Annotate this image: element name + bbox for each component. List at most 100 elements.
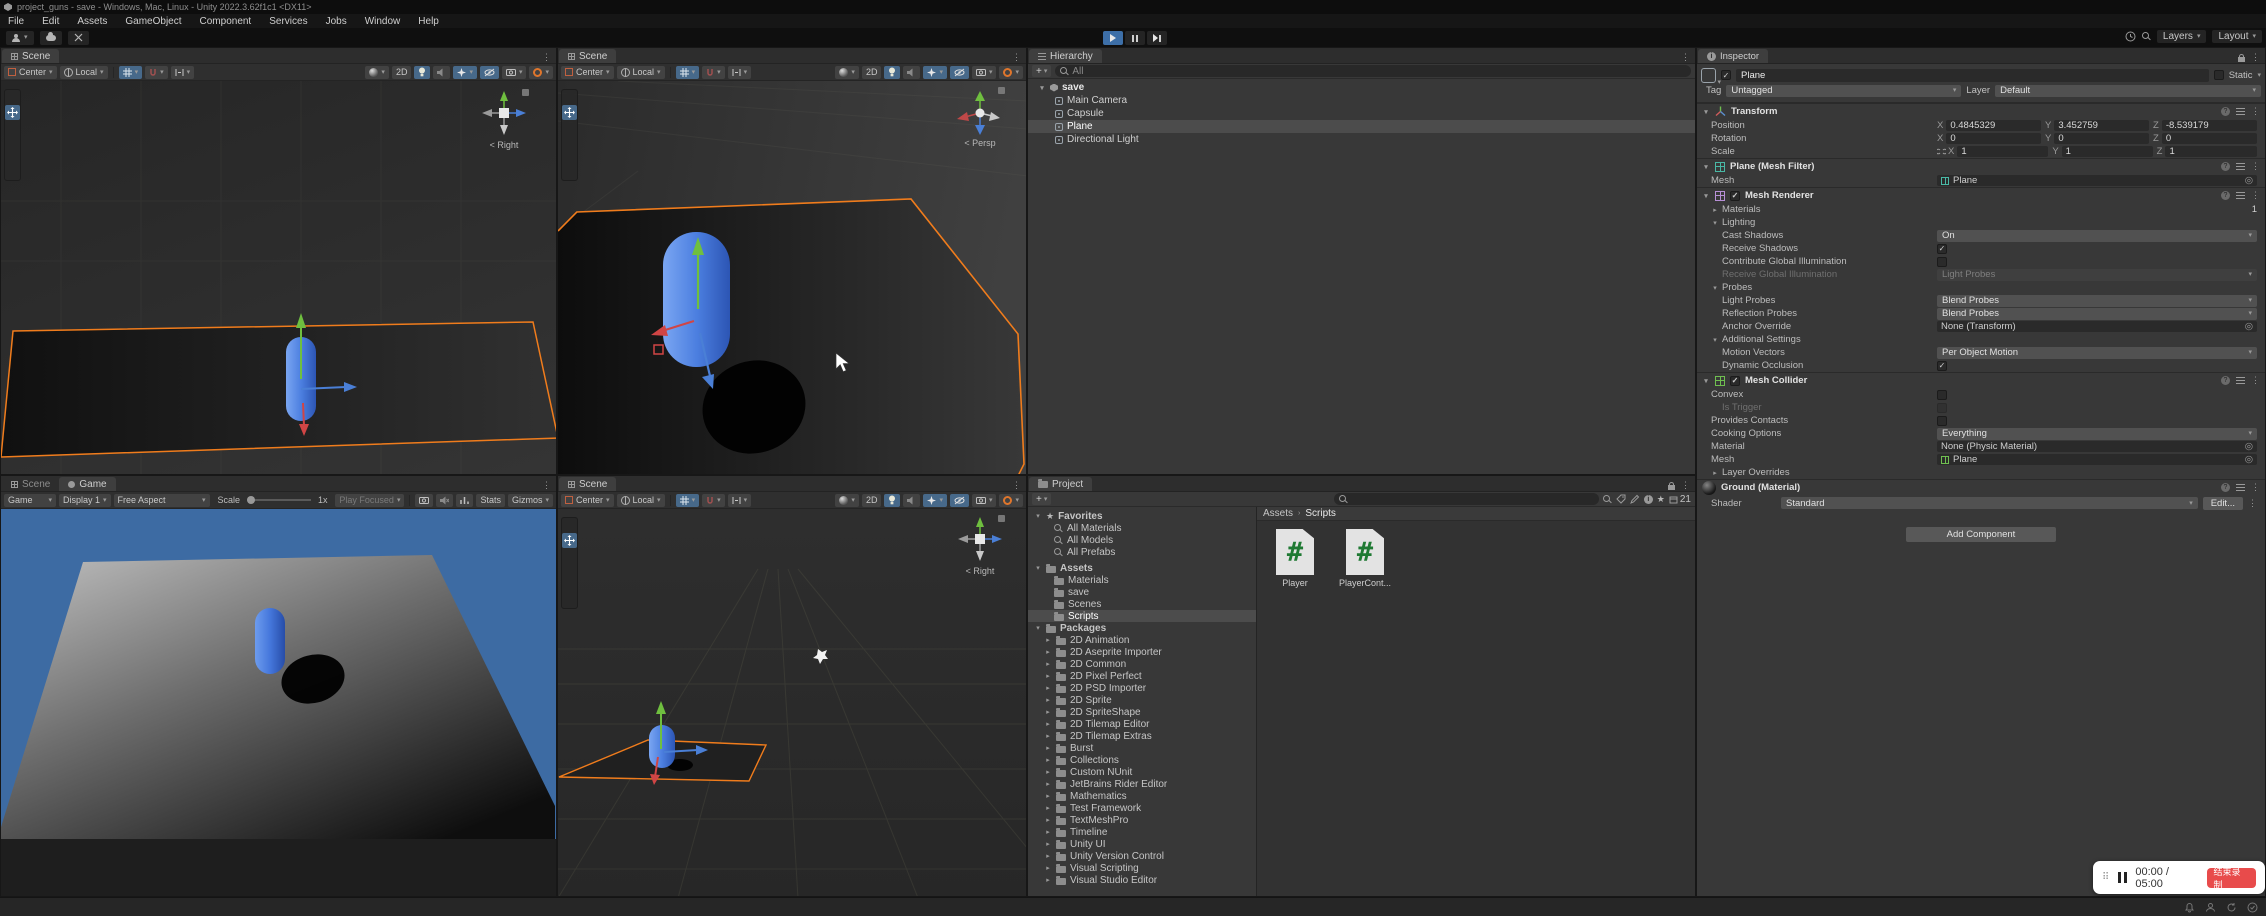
rotate-tool[interactable] <box>562 120 577 135</box>
material-menu-icon[interactable]: ⋮ <box>2248 498 2257 509</box>
layout-dropdown[interactable]: Layout▾ <box>2212 30 2262 43</box>
shader-edit-button[interactable]: Edit... <box>2203 497 2243 510</box>
package-item[interactable]: ▸ 2D Sprite <box>1028 694 1256 706</box>
2d-toggle[interactable]: 2D <box>392 66 412 79</box>
expander-icon[interactable]: ▸ <box>1044 732 1052 740</box>
expander-icon[interactable]: ▸ <box>1044 780 1052 788</box>
help-icon[interactable]: ? <box>2221 376 2230 385</box>
reflection-probes-dropdown[interactable]: Blend Probes▾ <box>1937 308 2257 320</box>
play-button[interactable] <box>1103 31 1123 45</box>
pivot-dropdown[interactable]: Center▾ <box>561 494 614 507</box>
package-item[interactable]: ▸ Custom NUnit <box>1028 766 1256 778</box>
favorites-item[interactable]: All Prefabs <box>1028 546 1256 558</box>
tab-hierarchy[interactable]: Hierarchy <box>1029 49 1102 63</box>
view-tool[interactable] <box>5 90 20 105</box>
account-dropdown[interactable]: ▾ <box>6 31 34 45</box>
enabled-checkbox[interactable]: ✓ <box>1730 376 1740 386</box>
assets-foldout[interactable]: ▾ Assets <box>1028 562 1256 574</box>
expander-icon[interactable]: ▸ <box>1044 828 1052 836</box>
orientation-dropdown[interactable]: Local▾ <box>617 66 665 79</box>
view-tool[interactable] <box>562 90 577 105</box>
package-item[interactable]: ▸ Test Framework <box>1028 802 1256 814</box>
tab-scene[interactable]: Scene <box>559 477 616 491</box>
hierarchy-item[interactable]: Main Camera <box>1028 94 1695 107</box>
probes-foldout[interactable]: ▾Probes <box>1697 281 2265 294</box>
view-orientation-label[interactable]: < Right <box>966 566 995 576</box>
transform-header[interactable]: ▾ Transform ?⋮ <box>1697 104 2265 119</box>
view-orientation-gizmo[interactable]: < Right <box>952 515 1008 576</box>
menu-item[interactable]: Help <box>418 16 439 27</box>
pivot-dropdown[interactable]: Center▾ <box>4 66 57 79</box>
view-orientation-gizmo[interactable]: < Right <box>476 89 532 150</box>
panel-menu-icon[interactable]: ⋮ <box>542 52 551 63</box>
package-item[interactable]: ▸ Visual Studio Editor <box>1028 874 1256 886</box>
component-menu-icon[interactable]: ⋮ <box>2251 482 2260 493</box>
component-menu-icon[interactable]: ⋮ <box>2251 375 2260 386</box>
expander-icon[interactable]: ▸ <box>1044 816 1052 824</box>
search-by-label-icon[interactable] <box>1616 494 1626 504</box>
rect-tool[interactable] <box>5 150 20 165</box>
expander-icon[interactable]: ▾ <box>1702 377 1710 385</box>
layers-dropdown[interactable]: Layers▾ <box>2157 30 2207 43</box>
object-picker-icon[interactable]: ◎ <box>2245 454 2253 465</box>
anchor-override-field[interactable]: None (Transform) ◎ <box>1937 321 2257 332</box>
package-item[interactable]: ▸ Collections <box>1028 754 1256 766</box>
receive-shadows-checkbox[interactable]: ✓ <box>1937 244 1947 254</box>
menu-item[interactable]: Edit <box>42 16 59 27</box>
package-item[interactable]: ▸ Mathematics <box>1028 790 1256 802</box>
panel-menu-icon[interactable]: ⋮ <box>1681 480 1690 491</box>
scale-link-icon[interactable] <box>1937 147 1946 156</box>
gizmos-dropdown[interactable]: Gizmos▾ <box>508 494 553 507</box>
pause-recording-button[interactable] <box>2118 872 2127 883</box>
help-icon[interactable]: ? <box>2221 191 2230 200</box>
object-picker-icon[interactable]: ◎ <box>2245 175 2253 186</box>
motion-vectors-dropdown[interactable]: Per Object Motion▾ <box>1937 347 2257 359</box>
tab-scene[interactable]: Scene <box>559 49 616 63</box>
favorites-item[interactable]: All Materials <box>1028 522 1256 534</box>
expander-icon[interactable]: ▸ <box>1044 756 1052 764</box>
scale-slider-knob[interactable] <box>247 496 255 504</box>
cast-shadows-dropdown[interactable]: On▾ <box>1937 230 2257 242</box>
panel-menu-icon[interactable]: ⋮ <box>1012 480 1021 491</box>
search-by-type-icon[interactable] <box>1603 495 1612 504</box>
gizmos-visibility-dropdown[interactable]: ▾ <box>999 494 1023 507</box>
hierarchy-search-input[interactable]: All <box>1055 65 1691 77</box>
expander-icon[interactable]: ▸ <box>1044 768 1052 776</box>
tab-inspector[interactable]: i Inspector <box>1698 49 1768 63</box>
rotation-x-field[interactable]: 0 <box>1946 133 2041 144</box>
rotation-z-field[interactable]: 0 <box>2162 133 2257 144</box>
dynamic-occlusion-checkbox[interactable]: ✓ <box>1937 361 1947 371</box>
expander-icon[interactable]: ▾ <box>1702 108 1710 116</box>
snap-toggle[interactable]: ▾ <box>145 66 168 79</box>
package-item[interactable]: ▸ Burst <box>1028 742 1256 754</box>
2d-toggle[interactable]: 2D <box>862 494 882 507</box>
expander-icon[interactable]: ▸ <box>1044 696 1052 704</box>
favorites-item[interactable]: All Models <box>1028 534 1256 546</box>
scene-viewport-right-2[interactable]: < Right <box>558 509 1026 896</box>
snap-toggle[interactable]: ▾ <box>702 494 725 507</box>
shading-mode-dropdown[interactable]: ▾ <box>365 66 389 79</box>
scene-lighting-toggle[interactable] <box>884 66 900 79</box>
contribute-gi-checkbox[interactable] <box>1937 257 1947 267</box>
preset-icon[interactable] <box>2236 163 2245 170</box>
panel-menu-icon[interactable]: ⋮ <box>1681 52 1690 63</box>
undo-history-button[interactable] <box>68 31 89 45</box>
shading-mode-dropdown[interactable]: ▾ <box>835 66 859 79</box>
scale-tool[interactable] <box>562 135 577 150</box>
lock-icon[interactable] <box>1668 485 1675 490</box>
transform-tool[interactable] <box>562 593 577 608</box>
package-item[interactable]: ▸ Unity Version Control <box>1028 850 1256 862</box>
collider-mesh-field[interactable]: Plane ◎ <box>1937 454 2257 465</box>
package-item[interactable]: ▸ 2D Aseprite Importer <box>1028 646 1256 658</box>
add-component-button[interactable]: Add Component <box>1906 527 2056 542</box>
component-menu-icon[interactable]: ⋮ <box>2251 106 2260 117</box>
hierarchy-item[interactable]: Directional Light <box>1028 133 1695 146</box>
hierarchy-item[interactable]: Plane <box>1028 120 1695 133</box>
scene-viewport-persp[interactable]: < Persp <box>558 81 1026 474</box>
hierarchy-scene-row[interactable]: ▾ save <box>1028 81 1695 94</box>
scale-z-field[interactable]: 1 <box>2165 146 2257 157</box>
snap-increment-dropdown[interactable]: ▾ <box>171 66 195 79</box>
tab-scene[interactable]: Scene <box>2 49 59 63</box>
lock-icon[interactable] <box>2238 57 2245 62</box>
grid-snapping-toggle[interactable]: ▾ <box>676 494 700 507</box>
